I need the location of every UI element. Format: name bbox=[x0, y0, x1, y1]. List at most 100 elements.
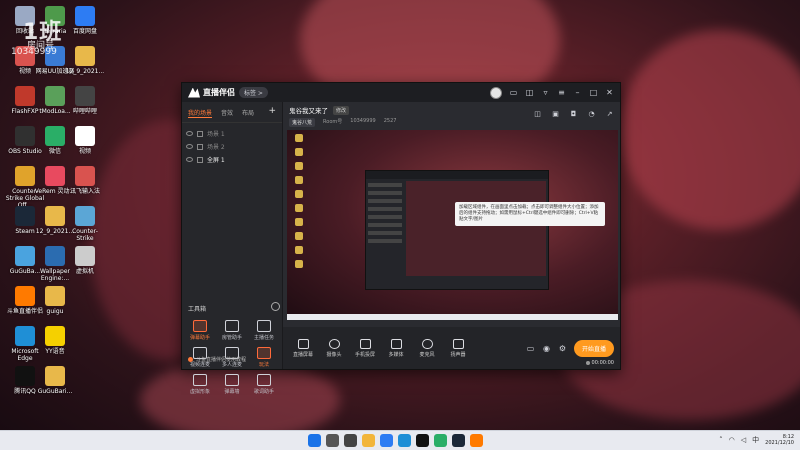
steam-icon[interactable] bbox=[452, 434, 465, 447]
window-titlebar: 直播伴侣 标签 > ▭ ◫ ▿ ≡ – □ ✕ bbox=[182, 83, 620, 102]
tutorial-notice-text: 斗鱼直播伴侣使用教程 bbox=[196, 357, 247, 363]
share-icon[interactable]: ↗ bbox=[605, 110, 614, 119]
edit-title-button[interactable]: 修改 bbox=[333, 105, 350, 115]
multimedia-button[interactable]: 多媒体 bbox=[382, 338, 410, 358]
toolbox-item[interactable]: 房管助手 bbox=[216, 320, 248, 341]
desktop-icon[interactable]: Counter-Strike bbox=[64, 206, 106, 242]
tab-layout[interactable]: 布局 bbox=[242, 108, 254, 118]
scene-item-1[interactable]: 场景 1 bbox=[186, 127, 278, 140]
clock-date: 2021/12/10 bbox=[765, 440, 794, 446]
douyu-icon[interactable] bbox=[470, 434, 483, 447]
shop-icon[interactable]: ▣ bbox=[551, 110, 560, 119]
scene-tabs: 我的场景 音效 布局 + bbox=[182, 102, 282, 123]
speaker-icon bbox=[452, 338, 464, 349]
eye-icon[interactable] bbox=[186, 157, 193, 162]
minimize-icon[interactable]: – bbox=[573, 88, 582, 97]
lock-icon[interactable]: ◘ bbox=[569, 110, 578, 119]
settings-icon[interactable]: ⚙ bbox=[558, 344, 567, 353]
left-panel: 我的场景 音效 布局 + 场景 1 场景 2 全屏 1 工具箱 弹幕助手 房管助… bbox=[182, 102, 283, 395]
menu-icon[interactable]: ≡ bbox=[557, 88, 566, 97]
toolbox-title: 工具箱 bbox=[188, 306, 207, 313]
toolbox-item[interactable]: 弹幕助手 bbox=[184, 320, 216, 341]
eye-icon[interactable] bbox=[186, 144, 193, 149]
desktop-icon[interactable]: 视频 bbox=[64, 126, 106, 155]
bell-icon[interactable]: ◔ bbox=[587, 110, 596, 119]
eye-icon[interactable] bbox=[186, 131, 193, 136]
desktop-icon[interactable]: YY语音 bbox=[34, 326, 76, 355]
shirt-icon[interactable]: ▿ bbox=[541, 88, 550, 97]
toolbox-item[interactable]: 弹幕墙 bbox=[216, 374, 248, 395]
record-icon[interactable]: ▭ bbox=[526, 344, 535, 353]
version-pill[interactable]: 标签 > bbox=[239, 87, 268, 98]
app-icon bbox=[75, 246, 95, 266]
ime-icon[interactable]: 中 bbox=[752, 435, 759, 445]
toolbox-item[interactable]: 玩法 bbox=[248, 347, 280, 368]
desktop-icon[interactable]: guigu bbox=[34, 286, 76, 315]
monitor-icon bbox=[297, 338, 309, 349]
desktop-icon[interactable]: 12_9_2021... bbox=[64, 46, 106, 75]
gift-icon[interactable]: ◫ bbox=[525, 88, 534, 97]
gift-icon[interactable]: ◫ bbox=[533, 110, 542, 119]
tab-sound[interactable]: 音效 bbox=[221, 108, 233, 118]
play-icon bbox=[390, 338, 402, 349]
toolbox-item[interactable]: 虚拟形象 bbox=[184, 374, 216, 395]
app-icon bbox=[75, 6, 95, 26]
app-icon bbox=[45, 246, 65, 266]
scene-label: 场景 1 bbox=[207, 131, 225, 138]
camera-icon bbox=[328, 338, 340, 349]
close-icon[interactable]: ✕ bbox=[605, 88, 614, 97]
taskview-icon[interactable] bbox=[344, 434, 357, 447]
clock[interactable]: 8:12 2021/12/10 bbox=[765, 434, 794, 446]
wifi-icon[interactable]: ◠ bbox=[729, 436, 735, 444]
app-icon bbox=[15, 366, 35, 386]
preview-tooltip: 加载区域组件，在画面里点击加载；点击即可调整组件大小位置；添加后的组件支持拖动；… bbox=[455, 202, 605, 226]
app-name: 直播伴侣 bbox=[203, 88, 235, 97]
tutorial-notice[interactable]: 斗鱼直播伴侣使用教程 bbox=[188, 356, 246, 363]
volume-icon[interactable]: ◁ bbox=[741, 436, 746, 444]
message-icon[interactable]: ▭ bbox=[509, 88, 518, 97]
app-icon bbox=[15, 326, 35, 346]
explorer-icon[interactable] bbox=[362, 434, 375, 447]
search-icon[interactable] bbox=[326, 434, 339, 447]
maximize-icon[interactable]: □ bbox=[589, 88, 598, 97]
desktop-icon[interactable]: 虚拟机 bbox=[64, 246, 106, 275]
toolbox-more-icon[interactable] bbox=[271, 302, 280, 311]
room-label: Room号 bbox=[323, 119, 343, 125]
phone-cast-button[interactable]: 手机投屏 bbox=[351, 338, 379, 358]
add-scene-icon[interactable]: + bbox=[268, 107, 276, 118]
desktop-icon-label: guigu bbox=[46, 308, 64, 315]
app-icon bbox=[45, 166, 65, 186]
scene-label: 全屏 1 bbox=[207, 157, 225, 164]
toolbox-item[interactable]: 歌词助手 bbox=[248, 374, 280, 395]
app-icon bbox=[45, 86, 65, 106]
desktop-icon[interactable]: 讯飞输入法 bbox=[64, 166, 106, 195]
scene-item-2[interactable]: 场景 2 bbox=[186, 140, 278, 153]
desktop-icon[interactable]: GuGuBari... bbox=[34, 366, 76, 395]
desktop-icon-label: Counter-Strike bbox=[72, 228, 98, 242]
tool-icon bbox=[225, 374, 239, 386]
toolbox-item[interactable]: 主播任务 bbox=[248, 320, 280, 341]
avatar[interactable] bbox=[490, 86, 502, 99]
scene-item-3[interactable]: 全屏 1 bbox=[186, 153, 278, 166]
qq-icon[interactable] bbox=[416, 434, 429, 447]
wechat-icon[interactable] bbox=[434, 434, 447, 447]
edge-icon[interactable] bbox=[398, 434, 411, 447]
live-companion-window: 直播伴侣 标签 > ▭ ◫ ▿ ≡ – □ ✕ 我的场景 音效 布局 + 场景 … bbox=[181, 82, 621, 395]
start-live-button[interactable]: 开始直播 bbox=[573, 339, 614, 357]
stream-preview[interactable]: 加载区域组件，在画面里点击加载；点击即可调整组件大小位置；添加后的组件支持拖动；… bbox=[287, 130, 618, 320]
display-icon bbox=[197, 156, 203, 163]
chevron-up-icon[interactable]: ˄ bbox=[719, 436, 723, 444]
crown-icon bbox=[188, 87, 200, 98]
category-badge[interactable]: 鬼谷八荒 bbox=[289, 118, 316, 127]
camera-button[interactable]: 摄像头 bbox=[320, 338, 348, 358]
screen-capture-button[interactable]: 直播屏幕 bbox=[289, 338, 317, 358]
eye-icon[interactable]: ◉ bbox=[542, 344, 551, 353]
tab-scenes[interactable]: 我的场景 bbox=[188, 108, 213, 118]
microphone-button[interactable]: 麦克风 bbox=[413, 338, 441, 358]
start-icon[interactable] bbox=[308, 434, 321, 447]
toolbox-item-label: 弹幕助手 bbox=[189, 335, 210, 341]
desktop-icon[interactable]: 哔哩哔哩 bbox=[64, 86, 106, 115]
desktop-icon[interactable]: 百度网盘 bbox=[64, 6, 106, 35]
store-icon[interactable] bbox=[380, 434, 393, 447]
speaker-button[interactable]: 扬声器 bbox=[444, 338, 472, 358]
